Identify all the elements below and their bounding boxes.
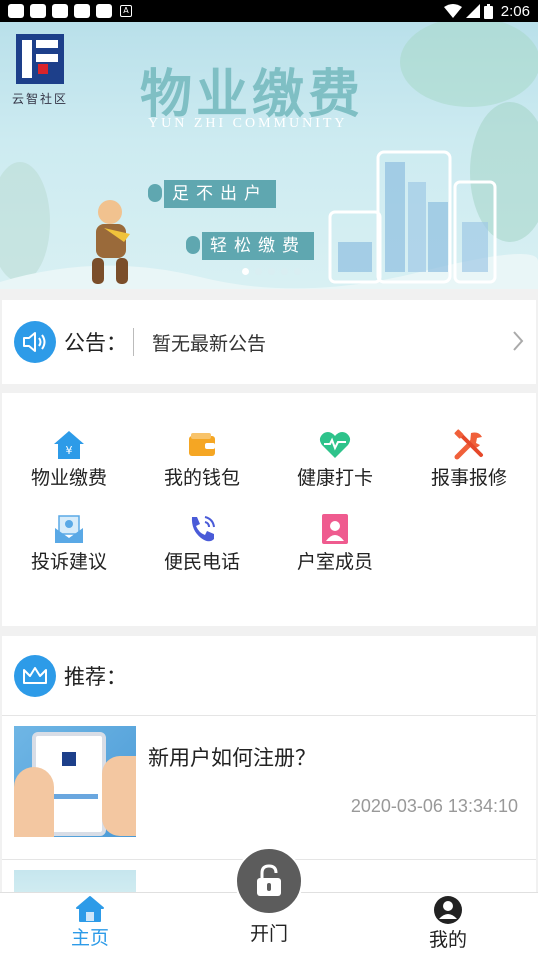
service-label: 物业缴费 xyxy=(30,467,107,489)
tab-label: 开门 xyxy=(249,923,288,945)
home-icon xyxy=(76,896,104,922)
lock-icon xyxy=(257,864,281,896)
service-members[interactable]: 户室成员 xyxy=(268,513,402,574)
banner-subtitle: YUN ZHI COMMUNITY xyxy=(148,116,348,131)
notice-text: 暂无最新公告 xyxy=(152,332,267,355)
service-label: 投诉建议 xyxy=(30,551,107,573)
article-thumbnail xyxy=(14,726,136,837)
carousel-dot[interactable] xyxy=(242,268,249,275)
article-thumbnail xyxy=(14,870,136,892)
heart-pulse-icon xyxy=(319,429,351,461)
button-illustration xyxy=(50,794,98,799)
carousel-dot[interactable] xyxy=(255,268,262,275)
crown-icon xyxy=(14,654,56,697)
service-label: 报事报修 xyxy=(430,467,507,489)
status-bar: A 2:06 xyxy=(0,0,538,22)
service-label: 户室成员 xyxy=(296,551,373,573)
yunzhi-logo-icon xyxy=(16,34,64,84)
user-icon xyxy=(434,896,462,924)
recommend-label: 推荐： xyxy=(64,664,127,689)
carousel-dot[interactable] xyxy=(294,268,301,275)
notice-label: 公告： xyxy=(64,331,127,355)
wallet-icon xyxy=(186,429,218,461)
tab-label: 主页 xyxy=(70,927,109,949)
tools-icon xyxy=(453,429,485,461)
notification-icon xyxy=(52,4,68,18)
tab-home[interactable]: 主页 xyxy=(50,895,130,950)
carousel-dot[interactable] xyxy=(268,268,275,275)
hand-illustration xyxy=(14,767,54,837)
accessibility-icon: A xyxy=(120,5,132,17)
tab-me[interactable]: 我的 xyxy=(408,895,488,952)
service-health-checkin[interactable]: 健康打卡 xyxy=(268,429,402,490)
logo-icon xyxy=(62,752,76,766)
phone-icon xyxy=(186,513,218,545)
service-label: 健康打卡 xyxy=(296,467,373,489)
wifi-icon xyxy=(443,4,462,18)
notification-icon xyxy=(30,4,46,18)
divider xyxy=(133,328,134,356)
notice-bar[interactable]: 公告： 暂无最新公告 xyxy=(2,300,536,384)
service-property-fee[interactable]: ¥ 物业缴费 xyxy=(2,429,136,490)
member-icon xyxy=(319,513,351,545)
complaint-icon xyxy=(53,513,85,545)
notification-icon xyxy=(8,4,24,18)
article-title: 新用户如何注册？ xyxy=(148,746,316,770)
banner-carousel[interactable]: 云智社区 物业缴费 YUN ZHI COMMUNITY 足不出户 轻松缴费 xyxy=(0,22,538,289)
service-repair[interactable]: 报事报修 xyxy=(402,429,536,490)
tab-label: 我的 xyxy=(428,929,467,951)
hand-illustration xyxy=(102,756,136,836)
service-label: 我的钱包 xyxy=(163,467,240,489)
notification-icon xyxy=(96,4,112,18)
service-label: 便民电话 xyxy=(163,551,240,573)
slogan-dot xyxy=(186,236,200,254)
status-time: 2:06 xyxy=(500,2,530,20)
open-door-button[interactable] xyxy=(235,847,303,915)
service-wallet[interactable]: 我的钱包 xyxy=(135,429,269,490)
carousel-indicator xyxy=(242,268,301,275)
notification-icon xyxy=(74,4,90,18)
svg-text:¥: ¥ xyxy=(66,444,73,457)
chevron-right-icon[interactable] xyxy=(512,330,524,352)
battery-icon xyxy=(483,3,493,19)
service-hotline[interactable]: 便民电话 xyxy=(135,513,269,574)
banner-slogan-2: 轻松缴费 xyxy=(202,232,314,260)
service-grid: ¥ 物业缴费 我的钱包 健康打卡 报事报修 投诉建议 便民电话 户室成员 xyxy=(2,393,536,626)
carousel-dot[interactable] xyxy=(281,268,288,275)
article-item[interactable]: 新用户如何注册？ 2020-03-06 13:34:10 xyxy=(2,716,536,860)
service-complaint[interactable]: 投诉建议 xyxy=(2,513,136,574)
slogan-dot xyxy=(148,184,162,202)
house-yen-icon: ¥ xyxy=(53,429,85,461)
recommend-header: 推荐： xyxy=(2,636,536,716)
banner-slogan-1: 足不出户 xyxy=(164,180,276,208)
signal-icon xyxy=(465,4,480,18)
speaker-icon xyxy=(14,321,56,363)
logo-text: 云智社区 xyxy=(12,92,69,106)
tab-door-label[interactable]: 开门 xyxy=(229,919,309,946)
article-time: 2020-03-06 13:34:10 xyxy=(350,796,518,816)
